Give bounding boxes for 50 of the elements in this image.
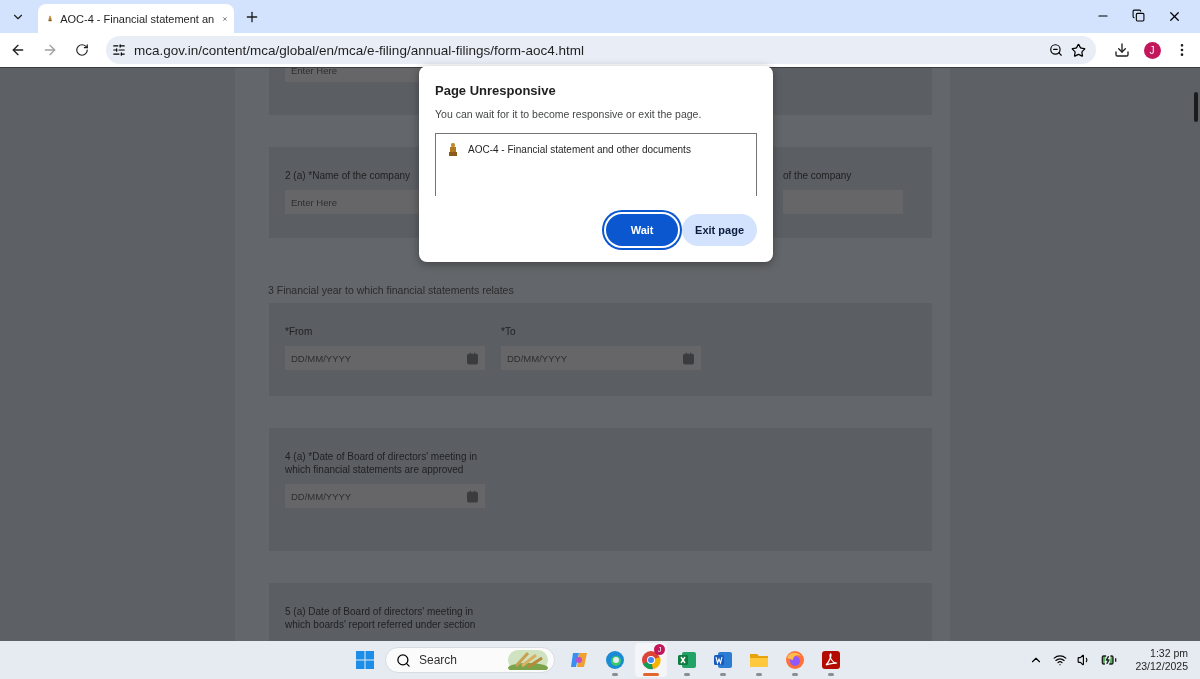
restore-icon[interactable] (1132, 9, 1145, 22)
dialog-message: You can wait for it to become responsive or exit the page. (435, 108, 703, 120)
placeholder-text: Search (419, 653, 459, 667)
calendar-icon (682, 351, 695, 365)
wifi-icon[interactable] (1053, 653, 1068, 667)
search-icon (396, 652, 411, 668)
taskbar-search[interactable]: Search (385, 647, 555, 673)
excel-icon (677, 650, 697, 670)
windows-start-icon[interactable] (355, 650, 375, 670)
section-heading: 3 Financial year to which financial statements relates (268, 284, 515, 296)
site-settings-icon[interactable] (112, 43, 126, 57)
battery-icon[interactable] (1101, 652, 1118, 668)
profile-avatar[interactable]: J (1143, 41, 1161, 59)
calendar-icon (466, 351, 479, 365)
address-bar[interactable]: mca.gov.in/content/mca/global/en/mca/e-filing/annual-filings/form-aoc4.html (106, 36, 1096, 64)
running-indicator (828, 673, 834, 676)
field-label: *To (501, 325, 517, 338)
running-indicator (612, 673, 618, 676)
page-item[interactable]: AOC-4 - Financial statement and other documents (468, 144, 691, 155)
running-indicator (756, 673, 762, 676)
exit-page-button[interactable]: Exit page (682, 214, 757, 246)
field-label: 2 (a) *Name of the company (285, 169, 412, 182)
reload-icon[interactable] (75, 43, 89, 57)
back-icon[interactable] (10, 42, 26, 58)
acrobat-icon (821, 650, 841, 670)
running-indicator (684, 673, 690, 676)
firefox-icon (785, 650, 805, 670)
field-label: of the company (783, 169, 853, 182)
scrollbar-thumb[interactable] (1194, 92, 1198, 122)
field-label: *From (285, 325, 314, 338)
close-icon[interactable] (1167, 9, 1182, 24)
word-icon (713, 650, 733, 670)
emblem-icon (448, 143, 458, 156)
browser-tab[interactable]: AOC-4 - Financial statement an (38, 4, 234, 33)
clock[interactable]: 1:32 pm 23/12/2025 (1135, 647, 1188, 673)
dialog-title: Page Unresponsive (435, 83, 557, 98)
running-indicator (720, 673, 726, 676)
date-text: 23/12/2025 (1135, 660, 1188, 673)
running-indicator (643, 673, 659, 676)
zoom-icon[interactable] (1049, 43, 1063, 57)
running-indicator (792, 673, 798, 676)
calendar-icon (466, 489, 479, 503)
time-text: 1:32 pm (1150, 647, 1188, 660)
chrome-icon (641, 650, 661, 670)
bookmark-icon[interactable] (1071, 42, 1086, 58)
tab-title: AOC-4 - Financial statement an (60, 12, 215, 25)
download-icon[interactable] (1114, 42, 1130, 58)
edge-icon (605, 650, 625, 670)
copilot-icon (569, 650, 589, 670)
url-text: mca.gov.in/content/mca/global/en/mca/e-filing/annual-filings/form-aoc4.html (134, 42, 585, 58)
